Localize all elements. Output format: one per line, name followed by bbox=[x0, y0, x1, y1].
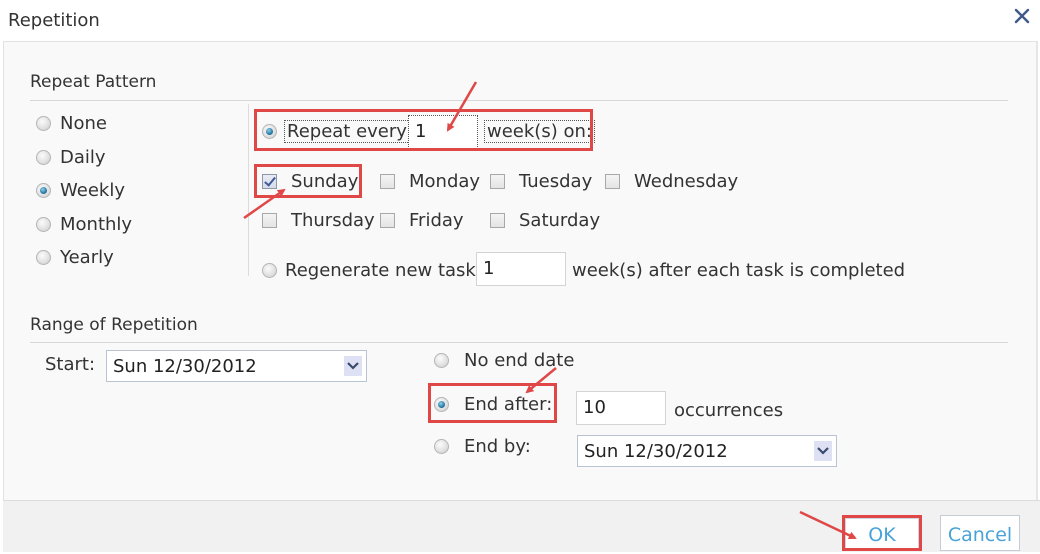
radio-yearly[interactable] bbox=[36, 250, 51, 265]
occurrences-input[interactable]: 10 bbox=[576, 391, 666, 425]
radio-regenerate[interactable] bbox=[262, 263, 277, 278]
label-friday: Friday bbox=[409, 210, 464, 231]
chevron-down-icon bbox=[344, 356, 362, 376]
end-by-dropdown[interactable]: Sun 12/30/2012 bbox=[577, 435, 837, 467]
chevron-down-icon bbox=[814, 441, 832, 461]
label-sunday: Sunday bbox=[291, 171, 359, 192]
radio-monthly[interactable] bbox=[36, 217, 51, 232]
label-end-by: End by: bbox=[464, 436, 531, 457]
repeat-pattern-heading: Repeat Pattern bbox=[30, 72, 157, 92]
label-occurrences: occurrences bbox=[674, 400, 784, 421]
checkbox-wednesday[interactable] bbox=[605, 174, 620, 189]
close-button[interactable] bbox=[1012, 6, 1032, 26]
start-date-value: Sun 12/30/2012 bbox=[113, 356, 257, 377]
label-start: Start: bbox=[45, 354, 96, 375]
radio-no-end-date[interactable] bbox=[434, 353, 449, 368]
label-no-end-date: No end date bbox=[464, 350, 575, 371]
label-monthly: Monthly bbox=[60, 214, 133, 235]
label-end-after: End after: bbox=[464, 394, 553, 415]
label-regenerate: Regenerate new task bbox=[285, 260, 476, 281]
dialog-title: Repetition bbox=[8, 10, 100, 31]
radio-end-after[interactable] bbox=[434, 397, 449, 412]
label-weekly: Weekly bbox=[60, 180, 125, 201]
label-wednesday: Wednesday bbox=[634, 171, 739, 192]
radio-none[interactable] bbox=[36, 116, 51, 131]
checkbox-friday[interactable] bbox=[380, 213, 395, 228]
end-by-value: Sun 12/30/2012 bbox=[584, 441, 728, 462]
checkbox-saturday[interactable] bbox=[490, 213, 505, 228]
divider bbox=[30, 100, 1008, 101]
label-monday: Monday bbox=[409, 171, 481, 192]
regenerate-input[interactable]: 1 bbox=[476, 252, 566, 286]
divider bbox=[30, 342, 1008, 343]
close-icon bbox=[1014, 8, 1030, 24]
label-saturday: Saturday bbox=[519, 210, 601, 231]
checkbox-sunday[interactable] bbox=[262, 174, 277, 189]
checkbox-monday[interactable] bbox=[380, 174, 395, 189]
radio-daily[interactable] bbox=[36, 150, 51, 165]
radio-end-by[interactable] bbox=[434, 439, 449, 454]
checkbox-tuesday[interactable] bbox=[490, 174, 505, 189]
ok-button[interactable]: OK bbox=[845, 518, 919, 551]
label-thursday: Thursday bbox=[291, 210, 375, 231]
checkbox-thursday[interactable] bbox=[262, 213, 277, 228]
label-regenerate-suffix: week(s) after each task is completed bbox=[572, 260, 906, 281]
range-heading: Range of Repetition bbox=[30, 315, 198, 335]
label-repeat-every: Repeat every bbox=[284, 120, 410, 143]
label-daily: Daily bbox=[60, 147, 106, 168]
label-none: None bbox=[60, 113, 107, 134]
label-weeks-on: week(s) on: bbox=[484, 120, 595, 143]
cancel-button[interactable]: Cancel bbox=[940, 515, 1020, 551]
title-bar: Repetition bbox=[0, 0, 1040, 40]
label-yearly: Yearly bbox=[60, 247, 114, 268]
label-tuesday: Tuesday bbox=[519, 171, 593, 192]
start-date-dropdown[interactable]: Sun 12/30/2012 bbox=[106, 350, 367, 382]
radio-weekly[interactable] bbox=[36, 183, 51, 198]
vertical-divider bbox=[248, 104, 249, 276]
repeat-every-input[interactable]: 1 bbox=[408, 115, 478, 151]
radio-repeat-every[interactable] bbox=[262, 124, 277, 139]
